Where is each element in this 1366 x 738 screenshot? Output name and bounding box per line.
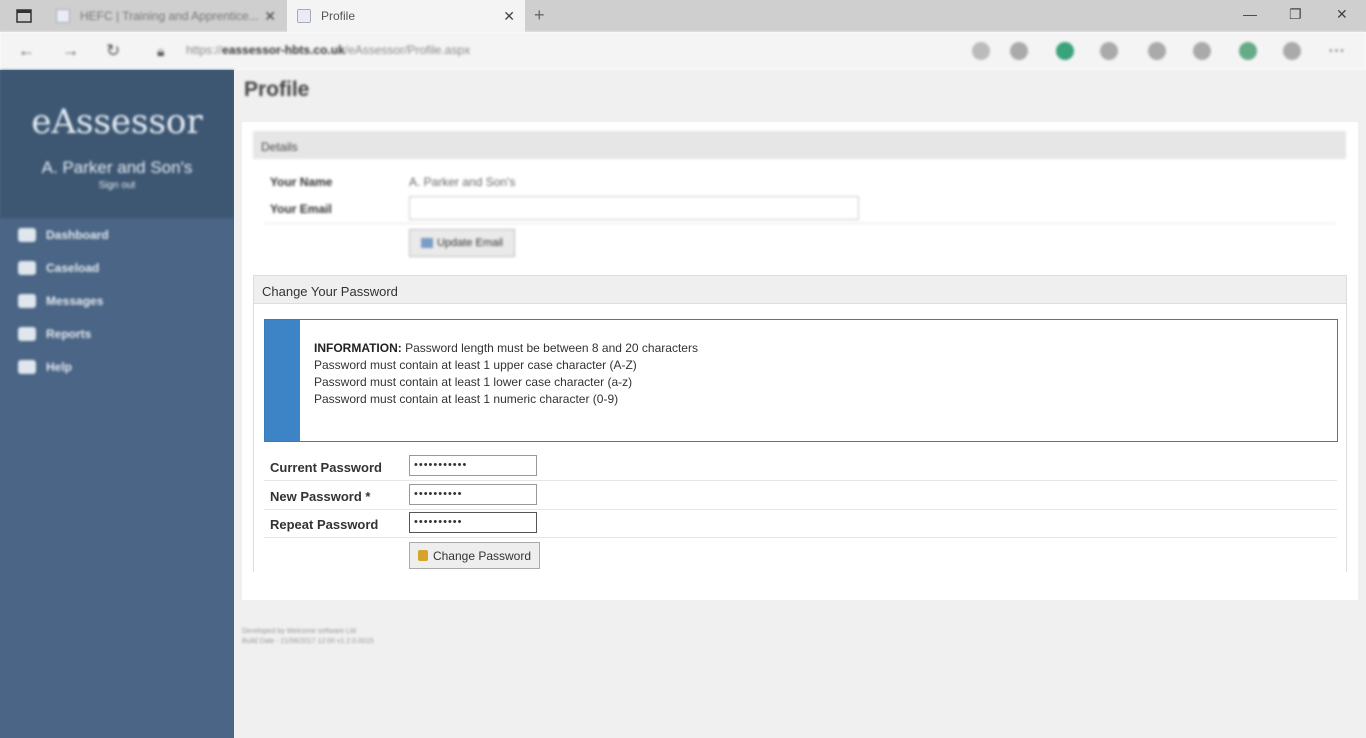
new-password-label: New Password * <box>270 489 371 504</box>
new-tab-icon[interactable]: + <box>534 5 545 26</box>
help-icon <box>18 359 36 374</box>
page-title: Profile <box>244 78 310 101</box>
history-icon[interactable] <box>1193 42 1211 60</box>
your-name-label: Your Name <box>270 175 333 189</box>
sidebar-item-label: Caseload <box>46 260 100 275</box>
sidebar-nav: Dashboard Caseload Messages Reports Help <box>0 218 234 383</box>
caseload-icon <box>18 260 36 275</box>
profile-icon[interactable] <box>1283 42 1301 60</box>
repeat-password-label: Repeat Password <box>270 517 379 532</box>
url-prefix: https:// <box>186 43 223 57</box>
your-name-value: A. Parker and Son's <box>409 175 516 189</box>
current-password-label: Current Password <box>270 460 382 475</box>
forward-icon[interactable]: → <box>62 41 79 61</box>
current-password-row: Current Password ••••••••••• <box>264 452 1337 481</box>
extension-puzzle-icon[interactable] <box>1148 42 1166 60</box>
details-panel: Details Your Name A. Parker and Son's Yo… <box>253 131 1346 273</box>
window-close-icon[interactable]: ✕ <box>1336 6 1348 23</box>
url-field[interactable]: https://eassessor-hbts.co.uk/eAssessor/P… <box>186 43 470 57</box>
info-line: Password length must be between 8 and 20… <box>405 341 698 355</box>
email-icon <box>420 238 433 248</box>
current-password-field[interactable]: ••••••••••• <box>409 455 537 476</box>
sidebar-item-reports[interactable]: Reports <box>0 317 234 350</box>
signout-link[interactable]: Sign out <box>0 180 234 191</box>
repeat-password-field[interactable]: •••••••••• <box>409 512 537 533</box>
company-name: A. Parker and Son's <box>41 158 193 177</box>
app-logo[interactable]: eAssessor <box>0 70 234 142</box>
extension-icon[interactable] <box>1100 42 1118 60</box>
tab-actions-icon[interactable] <box>8 4 40 28</box>
lock-icon <box>417 550 428 561</box>
tab-favicon-icon <box>297 9 311 23</box>
sidebar-item-messages[interactable]: Messages <box>0 284 234 317</box>
footer: Developed by Welcome software Ltd Build … <box>242 627 374 647</box>
address-bar: ← → ↻ 🔒︎ https://eassessor-hbts.co.uk/eA… <box>0 32 1366 70</box>
sidebar-header: eAssessor A. Parker and Son's Sign out <box>0 70 234 218</box>
profile-card: Details Your Name A. Parker and Son's Yo… <box>242 122 1358 600</box>
tab-title: HEFC | Training and Apprentice... <box>80 9 259 23</box>
update-email-button[interactable]: Update Email <box>409 229 515 257</box>
change-password-label: Change Password <box>432 548 532 563</box>
change-password-panel: Change Your Password INFORMATION: Passwo… <box>253 275 1347 572</box>
email-field[interactable] <box>409 196 859 220</box>
new-password-row: New Password * •••••••••• <box>264 481 1337 510</box>
tab-hefc[interactable]: HEFC | Training and Apprentice... ✕ <box>46 0 286 32</box>
tab-title: Profile <box>321 9 356 23</box>
sidebar-item-label: Reports <box>46 326 92 341</box>
new-password-field[interactable]: •••••••••• <box>409 484 537 505</box>
sidebar-item-label: Dashboard <box>46 227 109 242</box>
update-email-label: Update Email <box>436 237 504 249</box>
close-icon[interactable]: ✕ <box>503 8 515 25</box>
tracking-icon[interactable] <box>1010 42 1028 60</box>
dashboard-icon <box>18 227 36 242</box>
close-icon[interactable]: ✕ <box>264 8 276 25</box>
extension-green-icon[interactable] <box>1056 42 1074 60</box>
back-icon[interactable]: ← <box>18 41 35 61</box>
tab-favicon-icon <box>56 9 70 23</box>
info-line: Password must contain at least 1 upper c… <box>314 358 637 372</box>
sidebar: eAssessor A. Parker and Son's Sign out D… <box>0 70 234 738</box>
main-content: Profile Details Your Name A. Parker and … <box>234 70 1366 738</box>
browser-tab-bar: HEFC | Training and Apprentice... ✕ Prof… <box>0 0 1366 32</box>
footer-build: Build Date - 21/06/2017 12:00 v1.2.0.001… <box>242 638 374 645</box>
more-icon[interactable]: ⋯ <box>1328 41 1345 61</box>
url-path: /eAssessor/Profile.aspx <box>344 43 471 57</box>
info-title: INFORMATION: <box>314 341 402 355</box>
info-box: INFORMATION: Password length must be bet… <box>264 319 1338 442</box>
tab-profile[interactable]: Profile ✕ <box>287 0 525 32</box>
sidebar-item-label: Messages <box>46 293 104 308</box>
info-accent-bar <box>265 320 300 441</box>
sidebar-item-caseload[interactable]: Caseload <box>0 251 234 284</box>
favorites-icon[interactable] <box>1239 42 1257 60</box>
reports-icon <box>18 326 36 341</box>
refresh-icon[interactable]: ↻ <box>106 41 120 61</box>
key-icon[interactable] <box>972 42 990 60</box>
change-password-button[interactable]: Change Password <box>409 542 540 569</box>
footer-developer: Developed by Welcome software Ltd <box>242 628 356 635</box>
info-text: INFORMATION: Password length must be bet… <box>314 340 698 408</box>
repeat-password-row: Repeat Password •••••••••• <box>264 509 1337 538</box>
change-password-header: Change Your Password <box>254 276 1346 304</box>
sidebar-item-dashboard[interactable]: Dashboard <box>0 218 234 251</box>
maximize-icon[interactable]: ❐ <box>1289 6 1302 23</box>
url-domain: eassessor-hbts.co.uk <box>222 43 345 57</box>
info-line: Password must contain at least 1 numeric… <box>314 392 619 406</box>
messages-icon <box>18 293 36 308</box>
info-line: Password must contain at least 1 lower c… <box>314 375 633 389</box>
minimize-icon[interactable]: — <box>1243 6 1257 22</box>
sidebar-item-help[interactable]: Help <box>0 350 234 383</box>
your-email-label: Your Email <box>270 202 332 216</box>
divider <box>264 223 1336 224</box>
sidebar-item-label: Help <box>46 359 73 374</box>
lock-icon: 🔒︎ <box>157 43 165 59</box>
details-header: Details <box>253 131 1346 159</box>
